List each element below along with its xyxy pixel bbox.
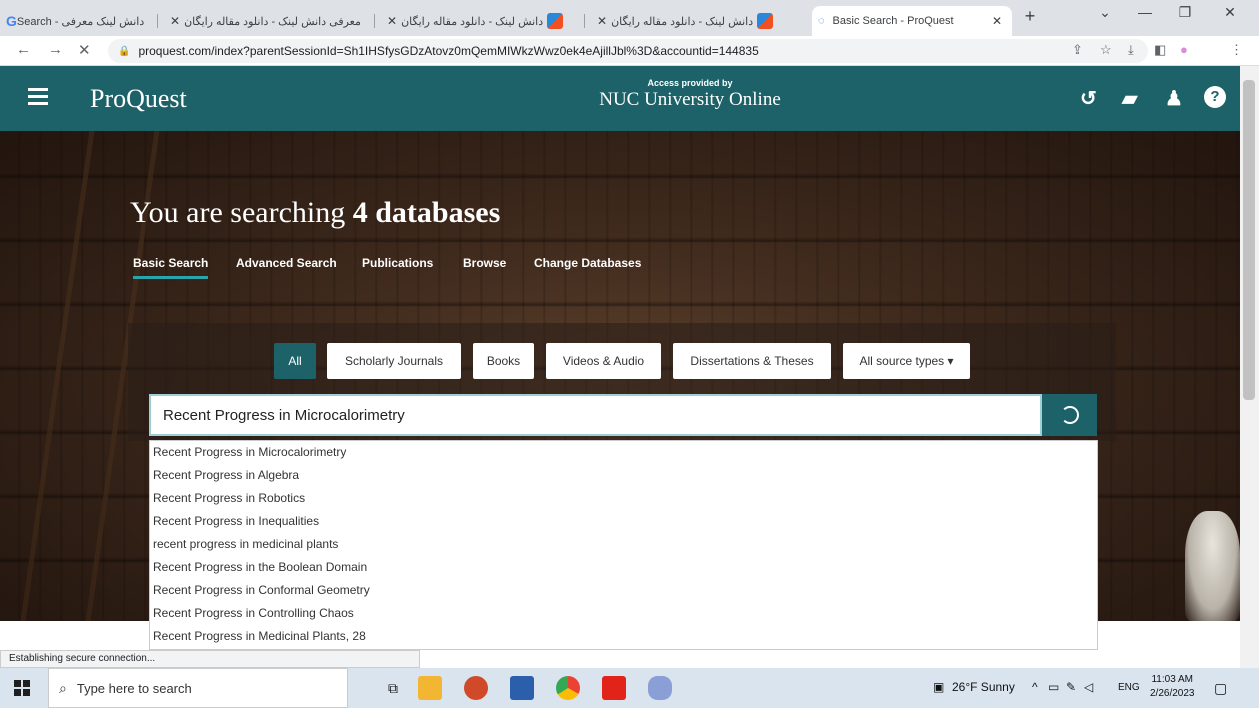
network-icon[interactable]: ▭ — [1048, 680, 1059, 694]
proquest-logo[interactable]: ProQuest — [90, 84, 187, 114]
browser-tab-active[interactable]: ◌ Basic Search - ProQuest ✕ — [812, 6, 1012, 36]
file-explorer-icon[interactable] — [418, 676, 442, 700]
search-icon: ⌕ — [59, 679, 67, 696]
autocomplete-dropdown: Recent Progress in Microcalorimetry Rece… — [149, 440, 1098, 650]
menu-icon[interactable] — [28, 88, 48, 109]
suggestion-item[interactable]: Recent Progress in Conformal Geometry — [150, 579, 1097, 602]
close-icon[interactable]: ✕ — [387, 14, 397, 28]
google-icon: G — [6, 13, 17, 29]
close-icon[interactable]: ✕ — [170, 14, 180, 28]
weather-icon: ▣ — [933, 680, 945, 694]
help-icon[interactable]: ? — [1204, 86, 1226, 108]
all-source-types-dropdown[interactable]: All source types ▾ — [843, 343, 970, 379]
tab-publications[interactable]: Publications — [362, 256, 433, 270]
danesh-link-icon — [757, 13, 774, 29]
tab-browse[interactable]: Browse — [463, 256, 506, 270]
stop-icon[interactable]: ✕ — [78, 41, 91, 59]
profile-avatar-icon[interactable]: ● — [1180, 42, 1188, 57]
windows-taskbar: ⌕ Type here to search ⧉ ▣ 26°F Sunny ^ ▭… — [0, 668, 1259, 708]
proquest-header: ProQuest Access provided by NUC Universi… — [0, 66, 1240, 131]
bust-statue-image — [1185, 511, 1240, 621]
close-icon[interactable]: ✕ — [992, 14, 1002, 28]
suggestion-item[interactable]: Recent Progress in the Boolean Domain — [150, 556, 1097, 579]
tab-label: معرفی دانش لینک - دانلود مقاله رایگان — [184, 15, 361, 28]
weather-text[interactable]: 26°F Sunny — [952, 680, 1015, 694]
pen-icon[interactable]: ✎ — [1066, 680, 1076, 694]
suggestion-item[interactable]: Recent Progress in Microcalorimetry — [150, 441, 1097, 464]
suggestion-item[interactable]: Recent Progress in Medicinal Plants, 28 — [150, 625, 1097, 648]
share-icon[interactable]: ⇪ — [1072, 42, 1083, 58]
suggestion-item[interactable]: recent progress in medicinal plants — [150, 533, 1097, 556]
browser-tab-strip: G Search - دانش لینک معرفی ✕ معرفی دانش … — [0, 0, 1259, 36]
taskbar-search-placeholder: Type here to search — [76, 680, 192, 696]
notifications-icon[interactable]: ▢ — [1214, 680, 1227, 697]
bookmark-star-icon[interactable]: ☆ — [1100, 42, 1112, 58]
close-window-button[interactable]: ✕ — [1215, 4, 1245, 21]
tab-change-databases[interactable]: Change Databases — [534, 256, 641, 270]
source-type-videos-audio[interactable]: Videos & Audio — [546, 343, 661, 379]
loading-icon: ◌ — [818, 15, 825, 27]
new-tab-button[interactable]: + — [1015, 6, 1045, 27]
browser-toolbar: ← → ✕ 🔒 proquest.com/index?parentSession… — [0, 36, 1259, 66]
volume-icon[interactable]: ◁ — [1084, 680, 1093, 694]
tab-label: دانش لینک - دانلود مقاله رایگان — [611, 15, 754, 28]
suggestion-item[interactable]: Recent Progress in Inequalities — [150, 510, 1097, 533]
tab-basic-search[interactable]: Basic Search — [133, 256, 209, 279]
folder-icon[interactable]: ▰ — [1122, 86, 1137, 111]
suggestion-item[interactable]: Recent Progress in Algebra — [150, 464, 1097, 487]
source-type-scholarly-journals[interactable]: Scholarly Journals — [327, 343, 461, 379]
scrollbar-thumb[interactable] — [1243, 80, 1255, 400]
clock-time: 11:03 AM — [1151, 674, 1193, 685]
search-button[interactable] — [1042, 394, 1097, 436]
tab-label: Search - دانش لینک معرفی — [16, 15, 145, 28]
chrome-icon[interactable] — [556, 676, 580, 700]
taskbar-clock[interactable]: 11:03 AM 2/26/2023 — [1150, 673, 1195, 701]
access-label: Access provided by — [647, 78, 733, 88]
browser-status-text: Establishing secure connection... — [0, 650, 420, 668]
database-count: 4 databases — [352, 196, 501, 229]
paint-icon[interactable] — [648, 676, 672, 700]
forward-icon[interactable]: → — [48, 41, 63, 58]
back-icon[interactable]: ← — [16, 41, 31, 58]
tab-search-icon[interactable]: ⌄ — [1090, 4, 1120, 21]
browser-tab[interactable]: ✕ دانش لینک - دانلود مقاله رایگان — [587, 6, 807, 36]
institution-name: NUC University Online — [599, 89, 781, 110]
more-menu-icon[interactable]: ⋮ — [1230, 42, 1243, 58]
word-icon[interactable] — [510, 676, 534, 700]
windows-start-icon[interactable] — [14, 680, 30, 696]
tab-advanced-search[interactable]: Advanced Search — [236, 256, 337, 270]
tab-label: دانش لینک - دانلود مقاله رایگان — [401, 15, 544, 28]
browser-tab[interactable]: ✕ دانش لینک - دانلود مقاله رایگان — [377, 6, 577, 36]
task-view-icon[interactable]: ⧉ — [388, 680, 398, 697]
restore-button[interactable]: ❐ — [1170, 4, 1200, 21]
source-type-all[interactable]: All — [274, 343, 316, 379]
download-icon[interactable]: ⤓ — [1128, 42, 1134, 58]
user-icon[interactable]: ♟ — [1165, 86, 1183, 111]
powerpoint-icon[interactable] — [464, 676, 488, 700]
language-indicator[interactable]: ENG — [1118, 682, 1140, 693]
access-provider: Access provided by NUC University Online — [540, 78, 840, 111]
browser-tab[interactable]: G Search - دانش لینک معرفی — [0, 6, 150, 36]
acrobat-icon[interactable] — [602, 676, 626, 700]
page-title: You are searching 4 databases — [130, 196, 501, 229]
clock-date: 2/26/2023 — [1150, 688, 1195, 699]
tab-label: Basic Search - ProQuest — [832, 15, 954, 27]
lock-icon: 🔒 — [118, 45, 131, 57]
suggestion-item[interactable]: Recent Progress in Robotics — [150, 487, 1097, 510]
history-icon[interactable]: ↺ — [1080, 86, 1097, 111]
tray-overflow-icon[interactable]: ^ — [1032, 680, 1038, 694]
url-text: proquest.com/index?parentSessionId=Sh1IH… — [138, 44, 759, 58]
address-bar[interactable]: 🔒 proquest.com/index?parentSessionId=Sh1… — [108, 39, 1148, 63]
search-input[interactable]: Recent Progress in Microcalorimetry — [149, 394, 1042, 436]
browser-tab[interactable]: ✕ معرفی دانش لینک - دانلود مقاله رایگان — [160, 6, 365, 36]
minimize-button[interactable]: — — [1130, 4, 1160, 20]
suggestion-item[interactable]: Recent Progress in Controlling Chaos — [150, 602, 1097, 625]
sidebar-icon[interactable]: ◧ — [1154, 42, 1166, 58]
source-type-dissertations-theses[interactable]: Dissertations & Theses — [673, 343, 831, 379]
source-type-books[interactable]: Books — [473, 343, 534, 379]
danesh-link-icon — [547, 13, 564, 29]
taskbar-search-input[interactable]: ⌕ Type here to search — [48, 668, 348, 708]
loading-spinner-icon — [1060, 406, 1079, 424]
close-icon[interactable]: ✕ — [597, 14, 607, 28]
